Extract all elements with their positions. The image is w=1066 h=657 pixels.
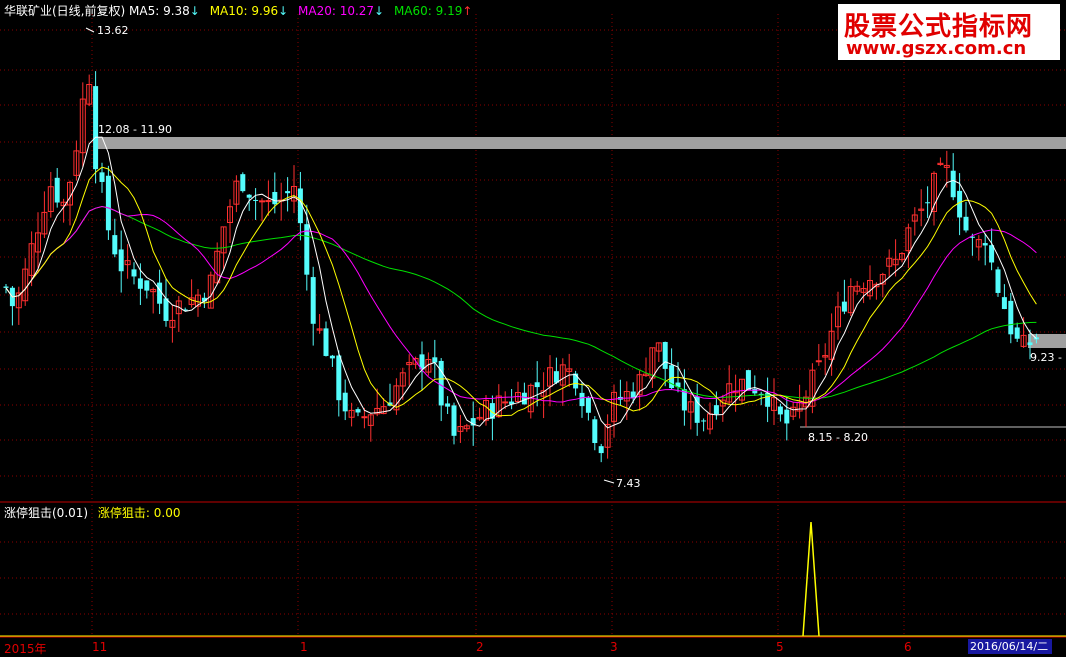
candle-down (246, 194, 252, 198)
x-label-11: 11 (92, 640, 108, 654)
x-label-3: 3 (610, 640, 618, 654)
x-label-2: 2 (476, 640, 484, 654)
candle-down (105, 175, 111, 231)
x-label-6: 6 (904, 640, 912, 654)
candle-down (745, 370, 751, 391)
candle-down (925, 202, 931, 204)
resistance-zone (96, 137, 1066, 149)
candle-up (502, 401, 509, 404)
candle-down (694, 396, 700, 423)
x-label-2015: 2015年 (4, 642, 47, 656)
candlestick-chart[interactable]: 13.62 12.08 - 11.90 7.43 8.15 - 8.20 9.23 - … (0, 0, 1066, 654)
candle-down (131, 269, 137, 277)
candle-down (573, 373, 579, 389)
x-label-5: 5 (776, 640, 784, 654)
candle-down (54, 177, 60, 203)
candle-down (445, 403, 451, 407)
zone-bottom-label: 8.15 - 8.20 (808, 431, 868, 444)
ma5-label: MA5: 9.38 (129, 4, 190, 18)
current-price-label: 9.23 - 9 (1030, 351, 1066, 364)
stock-title: 华联矿业(日线,前复权) (4, 4, 126, 18)
indicator-spike (802, 521, 820, 637)
candle-down (336, 355, 342, 401)
candle-up (259, 200, 265, 203)
candle-down (310, 277, 316, 324)
candle-down (982, 243, 988, 246)
low-pointer (603, 479, 615, 484)
x-label-1: 1 (300, 640, 308, 654)
candle-down (579, 392, 585, 407)
candle-down (1014, 327, 1020, 339)
candle-down (989, 245, 995, 263)
brand-watermark: 股票公式指标网 www.gszx.com.cn (838, 4, 1060, 60)
candle-down (701, 420, 707, 422)
candle-down (534, 382, 540, 388)
candle-down (118, 249, 124, 272)
ma20-line (5, 205, 1037, 404)
indicator-header: 涨停狙击(0.01) 涨停狙击: 0.00 (4, 506, 181, 520)
candle-down (432, 357, 438, 363)
candle-down (3, 286, 9, 288)
candle-down (950, 170, 956, 198)
ma5-line (5, 136, 1037, 429)
current-date-box[interactable]: 2016/06/14/二 (968, 639, 1052, 654)
candle-down (323, 328, 329, 356)
ma10-label: MA10: 9.96 (209, 4, 279, 18)
candle-down (137, 278, 143, 289)
indicator-value: 涨停狙击: 0.00 (97, 506, 181, 520)
low-label: 7.43 (616, 477, 641, 490)
candle-down (355, 409, 361, 413)
ma5-arrow-icon: ↓ (189, 4, 200, 18)
high-label: 13.62 (97, 24, 129, 37)
candle-down (240, 174, 246, 192)
stock-chart[interactable]: 13.62 12.08 - 11.90 7.43 8.15 - 8.20 9.23 - … (0, 0, 1066, 656)
candle-up (265, 200, 272, 203)
candle-down (1027, 342, 1033, 346)
ma10-arrow-icon: ↓ (278, 4, 289, 18)
candle-down (285, 191, 291, 194)
candle-down (585, 397, 591, 413)
brand-url: www.gszx.com.cn (846, 38, 1027, 59)
candle-down (438, 360, 444, 406)
candle-down (329, 355, 335, 359)
candle-down (963, 216, 969, 231)
candle-up (361, 416, 368, 419)
ma60-arrow-icon: ↑ (462, 4, 473, 18)
candle-down (163, 298, 169, 321)
candle-down (272, 191, 278, 205)
candle-down (553, 371, 559, 383)
candle-down (342, 392, 348, 412)
chart-header: 华联矿业(日线,前复权) MA5: 9.38↓ MA10: 9.96↓ MA20… (4, 4, 472, 18)
candle-down (451, 405, 457, 436)
candle-up (815, 360, 822, 363)
candle-down (112, 235, 118, 255)
candle-down (713, 405, 719, 415)
candle-down (777, 406, 783, 415)
indicator-name: 涨停狙击(0.01) (4, 506, 89, 520)
candle-down (521, 392, 527, 405)
candle-down (144, 280, 150, 291)
candle-down (995, 269, 1001, 293)
candle-down (253, 199, 259, 201)
candle-down (752, 388, 758, 394)
candle-down (157, 282, 163, 304)
candle-down (662, 341, 668, 369)
candle-down (784, 409, 790, 424)
zone-top-label: 12.08 - 11.90 (98, 123, 172, 136)
candle-down (99, 172, 105, 182)
candle-down (1001, 297, 1007, 310)
candle-down (1008, 300, 1014, 335)
ma20-label: MA20: 10.27 (298, 4, 375, 18)
candle-down (592, 419, 598, 444)
candle-down (841, 301, 847, 312)
ma60-label: MA60: 9.19 (393, 4, 463, 18)
ma20-arrow-icon: ↓ (374, 4, 385, 18)
candle-down (598, 446, 604, 454)
